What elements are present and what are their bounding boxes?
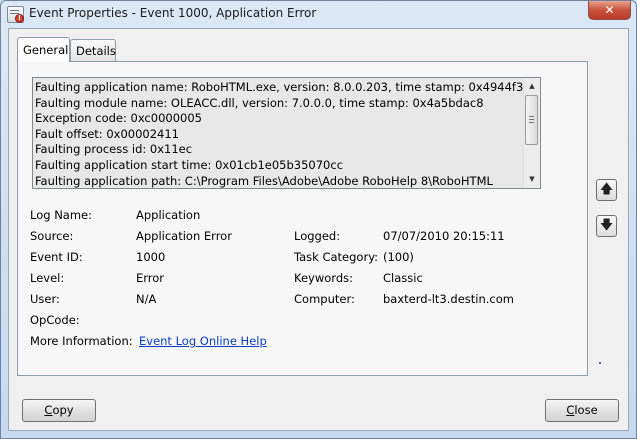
next-event-button[interactable]: 🡇: [596, 215, 617, 237]
event-log-online-help-link[interactable]: Event Log Online Help: [139, 334, 267, 348]
down-arrow-icon: 🡇: [599, 218, 614, 233]
source-value: Application Error: [136, 229, 232, 243]
computer-label: Computer:: [294, 292, 355, 306]
task-category-value: (100): [383, 250, 414, 264]
keywords-label: Keywords:: [294, 271, 353, 285]
event-id-label: Event ID:: [30, 250, 83, 264]
logged-label: Logged:: [294, 229, 341, 243]
event-properties-window: ! Event Properties - Event 1000, Applica…: [0, 0, 637, 439]
up-arrow-icon: 🡅: [599, 182, 614, 197]
scroll-down-arrow-icon[interactable]: ▼: [526, 173, 538, 186]
tab-general[interactable]: General: [17, 37, 70, 62]
level-value: Error: [136, 271, 165, 285]
logged-value: 07/07/2010 20:15:11: [383, 229, 505, 243]
log-name-label: Log Name:: [30, 208, 92, 222]
dialog-body: General Details Faulting application nam…: [8, 28, 629, 431]
description-line: Faulting application start time: 0x01cb1…: [35, 157, 344, 172]
log-name-value: Application: [136, 208, 201, 222]
level-label: Level:: [30, 271, 65, 285]
description-scrollbar[interactable]: ▲ ▼: [523, 78, 540, 188]
scroll-up-arrow-icon[interactable]: ▲: [526, 80, 538, 93]
user-label: User:: [30, 292, 60, 306]
user-value: N/A: [136, 292, 157, 306]
event-viewer-icon: !: [7, 6, 24, 23]
opcode-label: OpCode:: [30, 313, 80, 327]
general-tab-panel: Faulting application name: RoboHTML.exe,…: [17, 61, 588, 376]
description-line: Faulting module name: OLEACC.dll, versio…: [35, 95, 484, 110]
previous-event-button[interactable]: 🡅: [596, 179, 617, 201]
copy-button[interactable]: Copy: [22, 399, 96, 422]
description-line: Exception code: 0xc0000005: [35, 111, 202, 126]
decorative-dot: [599, 362, 601, 364]
window-close-button[interactable]: ✕: [588, 1, 631, 20]
description-line: Fault offset: 0x00002411: [35, 126, 179, 141]
window-title: Event Properties - Event 1000, Applicati…: [29, 6, 317, 20]
event-description-box[interactable]: Faulting application name: RoboHTML.exe,…: [32, 77, 541, 189]
title-bar[interactable]: ! Event Properties - Event 1000, Applica…: [1, 1, 636, 27]
event-description-text: Faulting application name: RoboHTML.exe,…: [35, 80, 538, 188]
scroll-thumb[interactable]: [525, 95, 538, 145]
description-line: Faulting process id: 0x11ec: [35, 142, 193, 157]
description-line: Faulting application path: C:\Program Fi…: [35, 173, 493, 188]
computer-value: baxterd-lt3.destin.com: [383, 292, 514, 306]
event-id-value: 1000: [136, 250, 166, 264]
source-label: Source:: [30, 229, 74, 243]
task-category-label: Task Category:: [294, 250, 379, 264]
tab-details[interactable]: Details: [70, 39, 116, 61]
close-button[interactable]: Close: [545, 399, 619, 422]
description-line: Faulting application name: RoboHTML.exe,…: [35, 80, 538, 94]
keywords-value: Classic: [383, 271, 423, 285]
more-information-label: More Information:: [30, 334, 133, 348]
